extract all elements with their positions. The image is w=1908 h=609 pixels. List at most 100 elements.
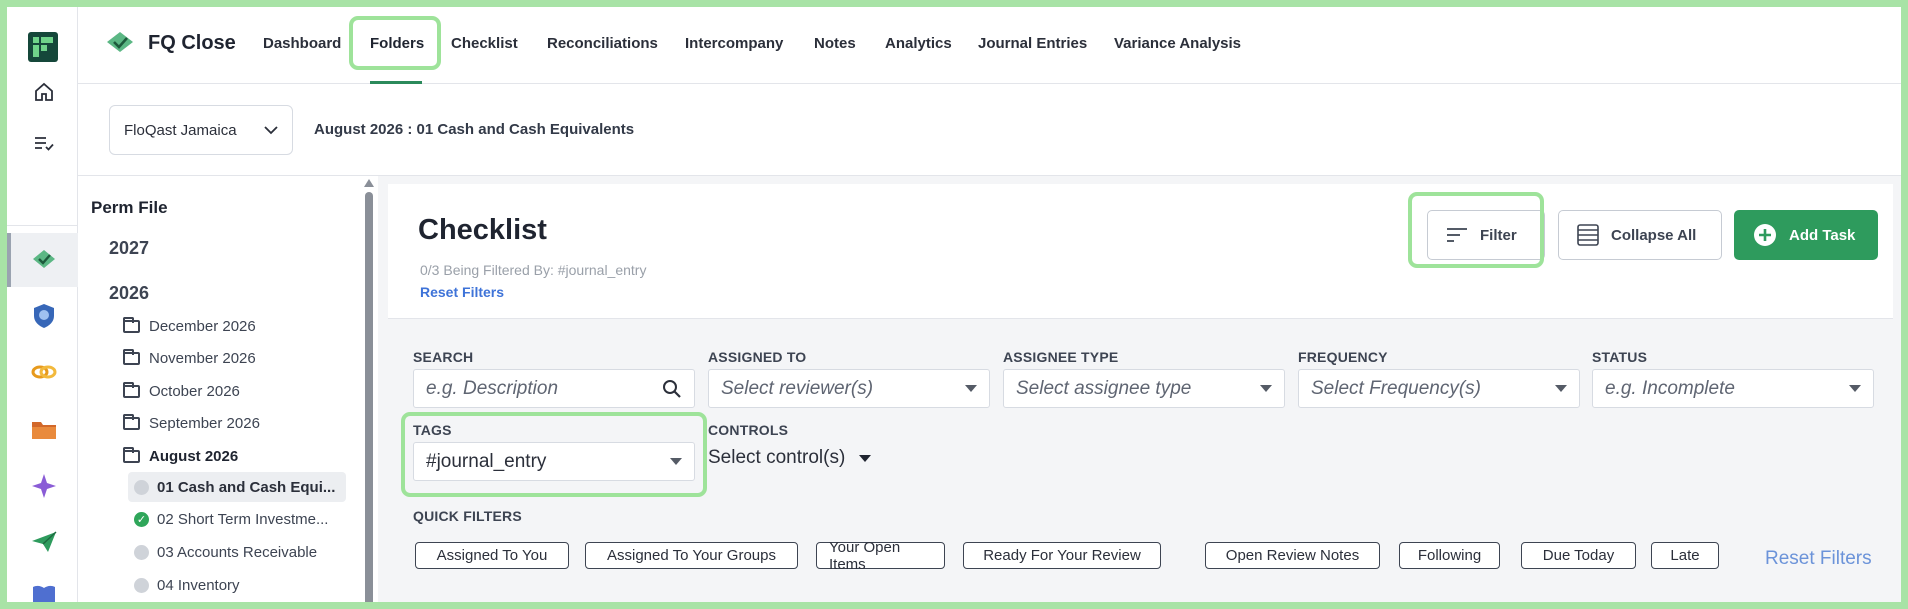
file-item[interactable]: 04 Inventory [128,570,346,600]
folder-month[interactable]: October 2026 [123,382,240,400]
checklist-main: Checklist 0/3 Being Filtered By: #journa… [378,176,1901,602]
folder-icon[interactable] [31,417,57,443]
left-rail [7,7,78,605]
reset-filters-link[interactable]: Reset Filters [420,284,504,300]
tab-intercompany[interactable]: Intercompany [685,35,783,52]
folder-month[interactable]: December 2026 [123,317,256,335]
task-list-icon[interactable] [31,131,57,157]
quick-filter-assigned-to-your-groups[interactable]: Assigned To Your Groups [585,542,798,569]
year-2027[interactable]: 2027 [109,238,149,259]
tab-analytics[interactable]: Analytics [885,35,952,52]
file-item-selected[interactable]: 01 Cash and Cash Equi... [128,472,346,502]
paper-plane-icon[interactable] [31,529,57,555]
frequency-select[interactable]: Select Frequency(s) [1298,369,1580,408]
quick-filter-open-review-notes[interactable]: Open Review Notes [1205,542,1380,569]
folders-tab-highlight [349,16,441,70]
page-title: Checklist [418,214,547,246]
home-icon[interactable] [31,79,57,105]
breadcrumb: August 2026 : 01 Cash and Cash Equivalen… [314,121,635,138]
controls-value: Select control(s) [708,447,846,468]
controls-label: CONTROLS [708,422,789,438]
folder-outline-icon [123,414,140,430]
folder-tree: Perm File 2027 2026 December 2026 Novemb… [78,176,378,609]
file-item-label: 04 Inventory [157,576,240,594]
year-2026[interactable]: 2026 [109,283,149,304]
tab-dashboard[interactable]: Dashboard [263,35,341,52]
assignee-type-select[interactable]: Select assignee type [1003,369,1285,408]
tab-notes[interactable]: Notes [814,35,856,52]
collapse-all-button[interactable]: Collapse All [1558,210,1722,260]
brand[interactable]: FQ Close [106,31,236,55]
quick-filter-following[interactable]: Following [1399,542,1500,569]
folder-outline-icon [123,349,140,365]
status-select[interactable]: e.g. Incomplete [1592,369,1874,408]
folder-month-label: September 2026 [149,415,260,432]
file-item-label: 02 Short Term Investme... [157,510,329,528]
folder-month-selected[interactable]: August 2026 [123,447,238,465]
shield-icon[interactable] [31,303,57,329]
folder-month-label: December 2026 [149,318,256,335]
add-task-button[interactable]: Add Task [1734,210,1878,260]
tab-variance-analysis[interactable]: Variance Analysis [1114,35,1241,52]
tags-field-highlight [401,412,707,497]
frequency-label: FREQUENCY [1298,349,1388,365]
plus-circle-icon [1754,224,1776,246]
quick-filter-late[interactable]: Late [1651,542,1719,569]
dropdown-caret-icon [1849,385,1861,392]
search-placeholder: e.g. Description [426,377,559,399]
controls-select[interactable]: Select control(s) [708,447,872,469]
chevron-down-icon [264,125,278,134]
status-open-icon [134,577,149,593]
list-box-icon [1577,224,1599,246]
quick-filter-ready-for-review[interactable]: Ready For Your Review [963,542,1161,569]
quick-filter-assigned-to-you[interactable]: Assigned To You [415,542,569,569]
folder-month-label: October 2026 [149,383,240,400]
tab-reconciliations[interactable]: Reconciliations [547,35,658,52]
scroll-up-arrow-icon[interactable] [364,179,374,187]
folder-scrollbar[interactable] [364,176,374,609]
folder-month-label: November 2026 [149,350,256,367]
frequency-placeholder: Select Frequency(s) [1311,377,1482,399]
entity-select-value: FloQast Jamaica [124,121,237,139]
status-placeholder: e.g. Incomplete [1605,377,1735,399]
dropdown-caret-icon [965,385,977,392]
app-name: FQ Close [148,31,236,54]
search-field[interactable]: e.g. Description [413,369,695,408]
search-label: SEARCH [413,349,474,365]
assigned-to-select[interactable]: Select reviewer(s) [708,369,990,408]
file-item-label: 01 Cash and Cash Equi... [157,478,336,496]
tab-journal-entries[interactable]: Journal Entries [978,35,1087,52]
collapse-all-label: Collapse All [1611,226,1697,244]
scrollbar-thumb[interactable] [365,192,373,609]
quick-filter-your-open-items[interactable]: Your Open Items [816,539,945,573]
assignee-type-label: ASSIGNEE TYPE [1003,349,1119,365]
dropdown-caret-icon [1260,385,1272,392]
filter-status-text: 0/3 Being Filtered By: #journal_entry [420,262,647,278]
folder-month[interactable]: November 2026 [123,349,256,367]
file-item-label: 03 Accounts Receivable [157,543,318,561]
tab-checklist[interactable]: Checklist [451,35,518,52]
book-icon[interactable] [31,582,57,608]
assigned-to-label: ASSIGNED TO [708,349,807,365]
add-task-label: Add Task [1789,226,1856,244]
floqast-logo-icon[interactable] [28,32,58,62]
reset-quick-filters-link[interactable]: Reset Filters [1765,548,1872,570]
fq-close-logo-icon [107,32,133,52]
entity-select[interactable]: FloQast Jamaica [109,105,293,155]
rail-active-indicator [7,233,11,287]
sparkle-icon[interactable] [31,473,57,499]
file-item[interactable]: ✓ 02 Short Term Investme... [128,504,346,534]
assigned-to-placeholder: Select reviewer(s) [721,377,874,399]
filter-button-highlight [1408,192,1544,268]
search-icon [663,379,681,398]
close-checklist-icon[interactable] [31,247,57,273]
file-item[interactable]: 03 Accounts Receivable [128,537,346,567]
perm-file-heading[interactable]: Perm File [91,198,168,218]
quick-filters-label: QUICK FILTERS [413,508,522,524]
link-rings-icon[interactable] [31,359,57,385]
folder-month[interactable]: September 2026 [123,414,260,432]
sub-header: FloQast Jamaica August 2026 : 01 Cash an… [78,84,1901,176]
assignee-type-placeholder: Select assignee type [1016,377,1192,399]
folder-outline-icon [123,447,140,463]
quick-filter-due-today[interactable]: Due Today [1521,542,1636,569]
